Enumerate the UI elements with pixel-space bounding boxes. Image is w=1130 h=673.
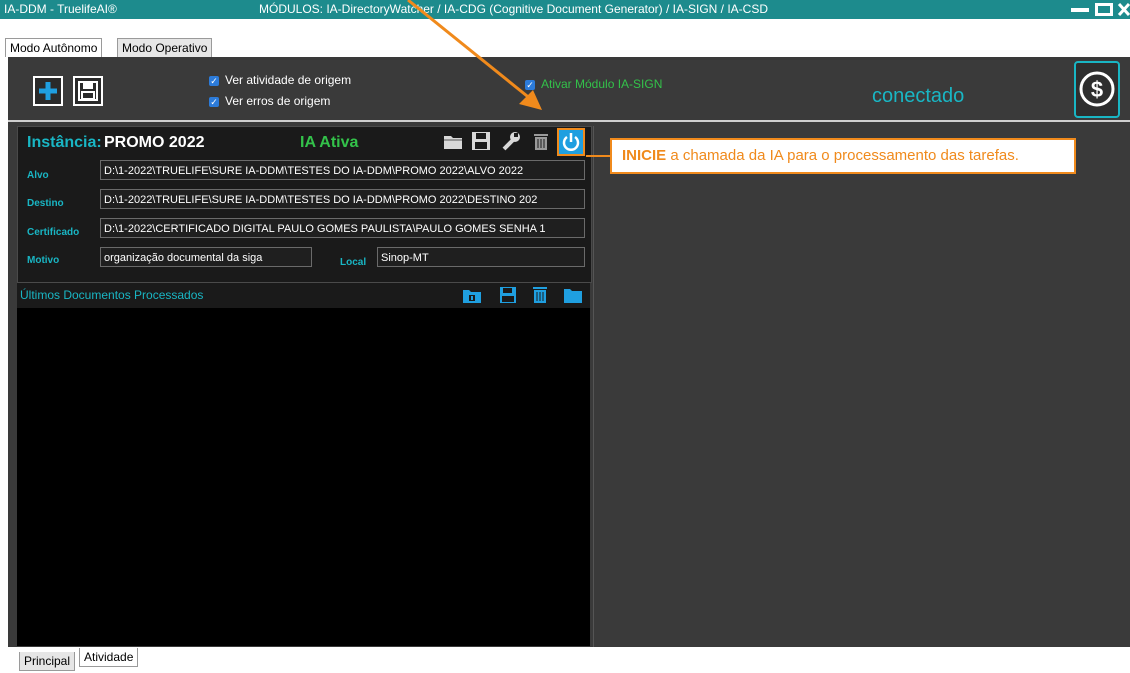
instance-label: Instância: bbox=[27, 134, 102, 151]
tab-principal[interactable]: Principal bbox=[19, 652, 76, 671]
ver-atividade-checkbox[interactable]: ✓ Ver atividade de origem bbox=[209, 73, 351, 87]
ativar-ia-sign-label: Ativar Módulo IA-SIGN bbox=[541, 77, 663, 91]
alvo-label: Alvo bbox=[27, 170, 49, 181]
recent-docs-list[interactable] bbox=[17, 308, 590, 646]
destino-label: Destino bbox=[27, 198, 64, 209]
ia-status: IA Ativa bbox=[300, 134, 359, 151]
billing-button[interactable]: $ bbox=[1074, 61, 1120, 118]
annotation-text: INICIE a chamada da IA para o processame… bbox=[622, 147, 1019, 164]
motivo-field[interactable]: organização documental da siga bbox=[100, 247, 312, 267]
start-ia-button[interactable] bbox=[557, 128, 585, 156]
connection-status: conectado bbox=[872, 85, 965, 107]
maximize-icon[interactable] bbox=[1095, 3, 1113, 16]
activity-area bbox=[593, 126, 1129, 647]
annotation-bold: INICIE bbox=[622, 147, 667, 164]
annotation-rest: a chamada da IA para o processamento das… bbox=[666, 147, 1019, 164]
tab-modo-autonomo[interactable]: Modo Autônomo bbox=[5, 38, 103, 57]
close-icon[interactable] bbox=[1117, 3, 1130, 16]
save-button[interactable] bbox=[73, 76, 103, 106]
recent-docs-title: Últimos Documentos Processados bbox=[20, 288, 204, 302]
tab-modo-operativo[interactable]: Modo Operativo bbox=[117, 38, 213, 57]
folder-icon[interactable] bbox=[563, 286, 583, 304]
archive-icon[interactable] bbox=[462, 286, 482, 304]
floppy-icon[interactable] bbox=[470, 130, 492, 152]
wrench-icon[interactable] bbox=[500, 130, 522, 152]
modules-title: MÓDULOS: IA-DirectoryWatcher / IA-CDG (C… bbox=[259, 2, 769, 16]
motivo-label: Motivo bbox=[27, 255, 60, 266]
local-label: Local bbox=[340, 257, 367, 268]
tab-atividade[interactable]: Atividade bbox=[79, 648, 139, 667]
trash-icon[interactable] bbox=[530, 130, 552, 152]
add-instance-button[interactable] bbox=[33, 76, 63, 106]
local-field[interactable]: Sinop-MT bbox=[377, 247, 585, 267]
app-title: IA-DDM - TruelifeAI® bbox=[4, 2, 117, 16]
toolbar-separator bbox=[8, 120, 1130, 122]
checkmark-icon: ✓ bbox=[209, 96, 219, 107]
checkmark-icon: ✓ bbox=[209, 75, 219, 86]
certificado-field[interactable]: D:\1-2022\CERTIFICADO DIGITAL PAULO GOME… bbox=[100, 218, 585, 238]
bottom-tab-strip bbox=[0, 647, 1130, 673]
power-icon bbox=[562, 133, 580, 151]
alvo-field[interactable]: D:\1-2022\TRUELIFE\SURE IA-DDM\TESTES DO… bbox=[100, 160, 585, 180]
trash-icon[interactable] bbox=[530, 286, 550, 304]
ver-atividade-label: Ver atividade de origem bbox=[225, 73, 352, 87]
floppy-icon bbox=[78, 81, 98, 101]
plus-icon bbox=[39, 82, 57, 100]
instance-name: PROMO 2022 bbox=[104, 134, 205, 151]
minimize-icon[interactable] bbox=[1070, 3, 1090, 16]
destino-field[interactable]: D:\1-2022\TRUELIFE\SURE IA-DDM\TESTES DO… bbox=[100, 189, 585, 209]
certificado-label: Certificado bbox=[27, 227, 80, 238]
folder-icon[interactable] bbox=[442, 130, 464, 152]
callout-connector bbox=[586, 155, 612, 157]
dollar-circle-icon: $ bbox=[1079, 71, 1115, 107]
ver-erros-checkbox[interactable]: ✓ Ver erros de origem bbox=[209, 94, 330, 108]
svg-text:$: $ bbox=[1091, 77, 1103, 102]
ativar-ia-sign-checkbox[interactable]: ✓ Ativar Módulo IA-SIGN bbox=[525, 77, 662, 91]
checkmark-icon: ✓ bbox=[525, 79, 535, 90]
ver-erros-label: Ver erros de origem bbox=[225, 94, 331, 108]
floppy-icon[interactable] bbox=[498, 286, 518, 304]
